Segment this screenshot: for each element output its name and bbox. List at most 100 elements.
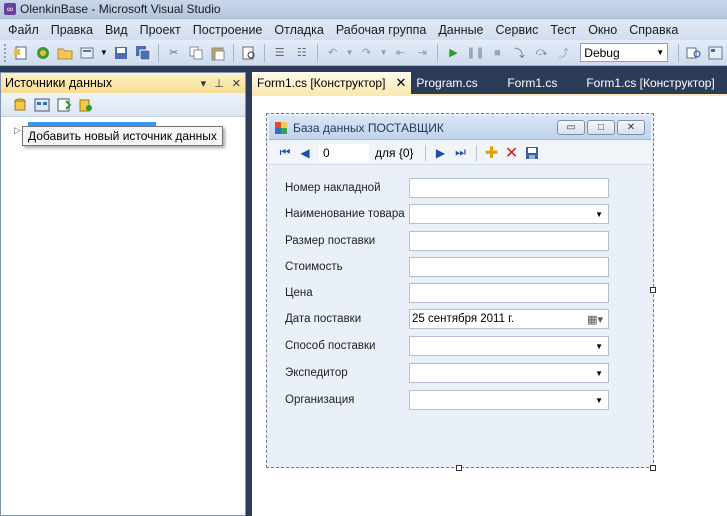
chevron-down-icon: ▼ <box>595 395 603 405</box>
add-new-icon[interactable]: ✚ <box>482 144 502 162</box>
uncomment-icon[interactable]: ☷ <box>293 44 311 62</box>
menu-view[interactable]: Вид <box>99 23 134 37</box>
move-last-icon[interactable]: ⏭ <box>451 144 471 162</box>
title-bar: ∞ OlenkinBase - Microsoft Visual Studio <box>0 0 727 19</box>
visual-studio-icon: ∞ <box>4 3 16 15</box>
tab-form1-designer[interactable]: Form1.cs [Конструктор] ✕ <box>252 72 412 94</box>
configuration-value: Debug <box>584 45 620 60</box>
field-label: Экспедитор <box>285 367 348 379</box>
menu-bar: Файл Правка Вид Проект Построение Отладк… <box>0 19 727 40</box>
move-first-icon[interactable]: ⏮ <box>275 144 295 162</box>
close-button[interactable]: ✕ <box>617 120 645 135</box>
calendar-icon[interactable]: ▦▾ <box>587 313 603 326</box>
menu-file[interactable]: Файл <box>2 23 45 37</box>
add-item-icon[interactable] <box>34 44 52 62</box>
form-caption: База данных ПОСТАВЩИК <box>293 120 444 135</box>
chevron-down-icon[interactable]: ▼ <box>346 44 354 62</box>
minimize-button[interactable]: ▭ <box>557 120 585 135</box>
tab-label: Form1.cs <box>507 76 558 90</box>
cost-field[interactable] <box>409 257 609 277</box>
step-into-icon[interactable]: ⤵ <box>510 44 528 62</box>
save-all-icon[interactable] <box>134 44 152 62</box>
product-name-combo[interactable]: ▼ <box>409 204 609 224</box>
invoice-number-field[interactable] <box>409 178 609 198</box>
chevron-down-icon: ▼ <box>595 341 603 351</box>
menu-project[interactable]: Проект <box>134 23 187 37</box>
comment-icon[interactable]: ☰ <box>271 44 289 62</box>
price-field[interactable] <box>409 283 609 303</box>
solution-explorer-icon[interactable] <box>707 44 725 62</box>
navigate-backward-icon[interactable]: ⇤ <box>392 44 410 62</box>
field-value: 25 сентября 2011 г. <box>412 313 515 325</box>
configure-dataset-icon[interactable] <box>55 96 73 114</box>
start-debugging-icon[interactable]: ▶ <box>444 44 462 62</box>
step-over-icon[interactable]: ⤼ <box>532 44 550 62</box>
new-project-icon[interactable] <box>12 44 30 62</box>
delivery-method-combo[interactable]: ▼ <box>409 336 609 356</box>
tab-label: Program.cs <box>416 76 478 90</box>
pin-icon[interactable]: ⊥ <box>214 77 224 90</box>
tab-program-cs[interactable]: Program.cs <box>411 72 502 94</box>
delete-icon[interactable]: ✕ <box>502 144 522 162</box>
pause-icon[interactable]: ❚❚ <box>466 44 484 62</box>
paste-icon[interactable] <box>209 44 227 62</box>
add-data-source-icon[interactable] <box>11 96 29 114</box>
field-row-invoice: Номер накладной <box>285 178 609 198</box>
menu-debug[interactable]: Отладка <box>268 23 329 37</box>
resize-handle-corner[interactable] <box>650 465 656 471</box>
copy-icon[interactable] <box>187 44 205 62</box>
chevron-down-icon[interactable]: ▼ <box>100 44 108 62</box>
delivery-size-field[interactable] <box>409 231 609 251</box>
move-next-icon[interactable]: ▶ <box>431 144 451 162</box>
save-icon[interactable] <box>112 44 130 62</box>
open-folder-icon[interactable] <box>56 44 74 62</box>
toolbar-separator <box>437 43 439 62</box>
open-file-icon[interactable] <box>78 44 96 62</box>
refresh-data-icon[interactable] <box>77 96 95 114</box>
menu-data[interactable]: Данные <box>432 23 489 37</box>
chevron-down-icon[interactable]: ▼ <box>380 44 388 62</box>
redo-icon[interactable]: ↷ <box>358 44 376 62</box>
count-label: для {0} <box>375 145 414 160</box>
cut-icon[interactable]: ✂ <box>165 44 183 62</box>
menu-edit[interactable]: Правка <box>45 23 99 37</box>
field-label: Цена <box>285 287 313 299</box>
designer-surface: База данных ПОСТАВЩИК ▭ □ ✕ ⏮ ◀ 0 для {0… <box>252 96 727 516</box>
delivery-date-picker[interactable]: 25 сентября 2011 г. ▦▾ <box>409 309 609 329</box>
tree-expand-icon[interactable]: ▷ <box>14 125 21 136</box>
move-previous-icon[interactable]: ◀ <box>295 144 315 162</box>
forwarder-combo[interactable]: ▼ <box>409 363 609 383</box>
field-label: Номер накладной <box>285 182 381 194</box>
designed-form[interactable]: База данных ПОСТАВЩИК ▭ □ ✕ ⏮ ◀ 0 для {0… <box>266 113 654 468</box>
menu-team[interactable]: Рабочая группа <box>330 23 433 37</box>
tab-form1-designer-2[interactable]: Form1.cs [Конструктор] <box>581 72 719 94</box>
step-out-icon[interactable]: ⤴ <box>554 44 572 62</box>
menu-test[interactable]: Тест <box>544 23 582 37</box>
save-data-icon[interactable] <box>522 144 542 162</box>
panel-menu-icon[interactable]: ▾ <box>201 77 207 90</box>
menu-window[interactable]: Окно <box>582 23 623 37</box>
navigate-forward-icon[interactable]: ⇥ <box>413 44 431 62</box>
field-label: Размер поставки <box>285 235 376 247</box>
find-in-files-icon[interactable] <box>685 44 703 62</box>
solution-configuration-select[interactable]: Debug ▼ <box>580 43 669 62</box>
maximize-button[interactable]: □ <box>587 120 615 135</box>
undo-icon[interactable]: ↶ <box>324 44 342 62</box>
resize-handle-bottom[interactable] <box>456 465 462 471</box>
field-row-quantity: Размер поставки <box>285 231 609 251</box>
toolbar-separator <box>678 43 680 62</box>
resize-handle-right[interactable] <box>650 287 656 293</box>
close-icon[interactable]: ✕ <box>232 77 241 90</box>
close-icon[interactable]: ✕ <box>395 75 406 91</box>
organization-combo[interactable]: ▼ <box>409 390 609 410</box>
find-icon[interactable] <box>240 44 258 62</box>
standard-toolbar: ▼ ✂ ☰ ☷ ↶ ▼ ↷ ▼ ⇤ ⇥ ▶ ❚❚ ■ ⤵ ⤼ ⤴ Debug ▼ <box>0 40 727 66</box>
tab-form1-cs[interactable]: Form1.cs <box>502 72 581 94</box>
edit-dataset-icon[interactable] <box>33 96 51 114</box>
stop-icon[interactable]: ■ <box>488 44 506 62</box>
menu-build[interactable]: Построение <box>187 23 269 37</box>
menu-help[interactable]: Справка <box>623 23 684 37</box>
menu-tools[interactable]: Сервис <box>490 23 545 37</box>
toolbar-gripper[interactable] <box>4 43 7 62</box>
position-input[interactable]: 0 <box>319 143 369 162</box>
